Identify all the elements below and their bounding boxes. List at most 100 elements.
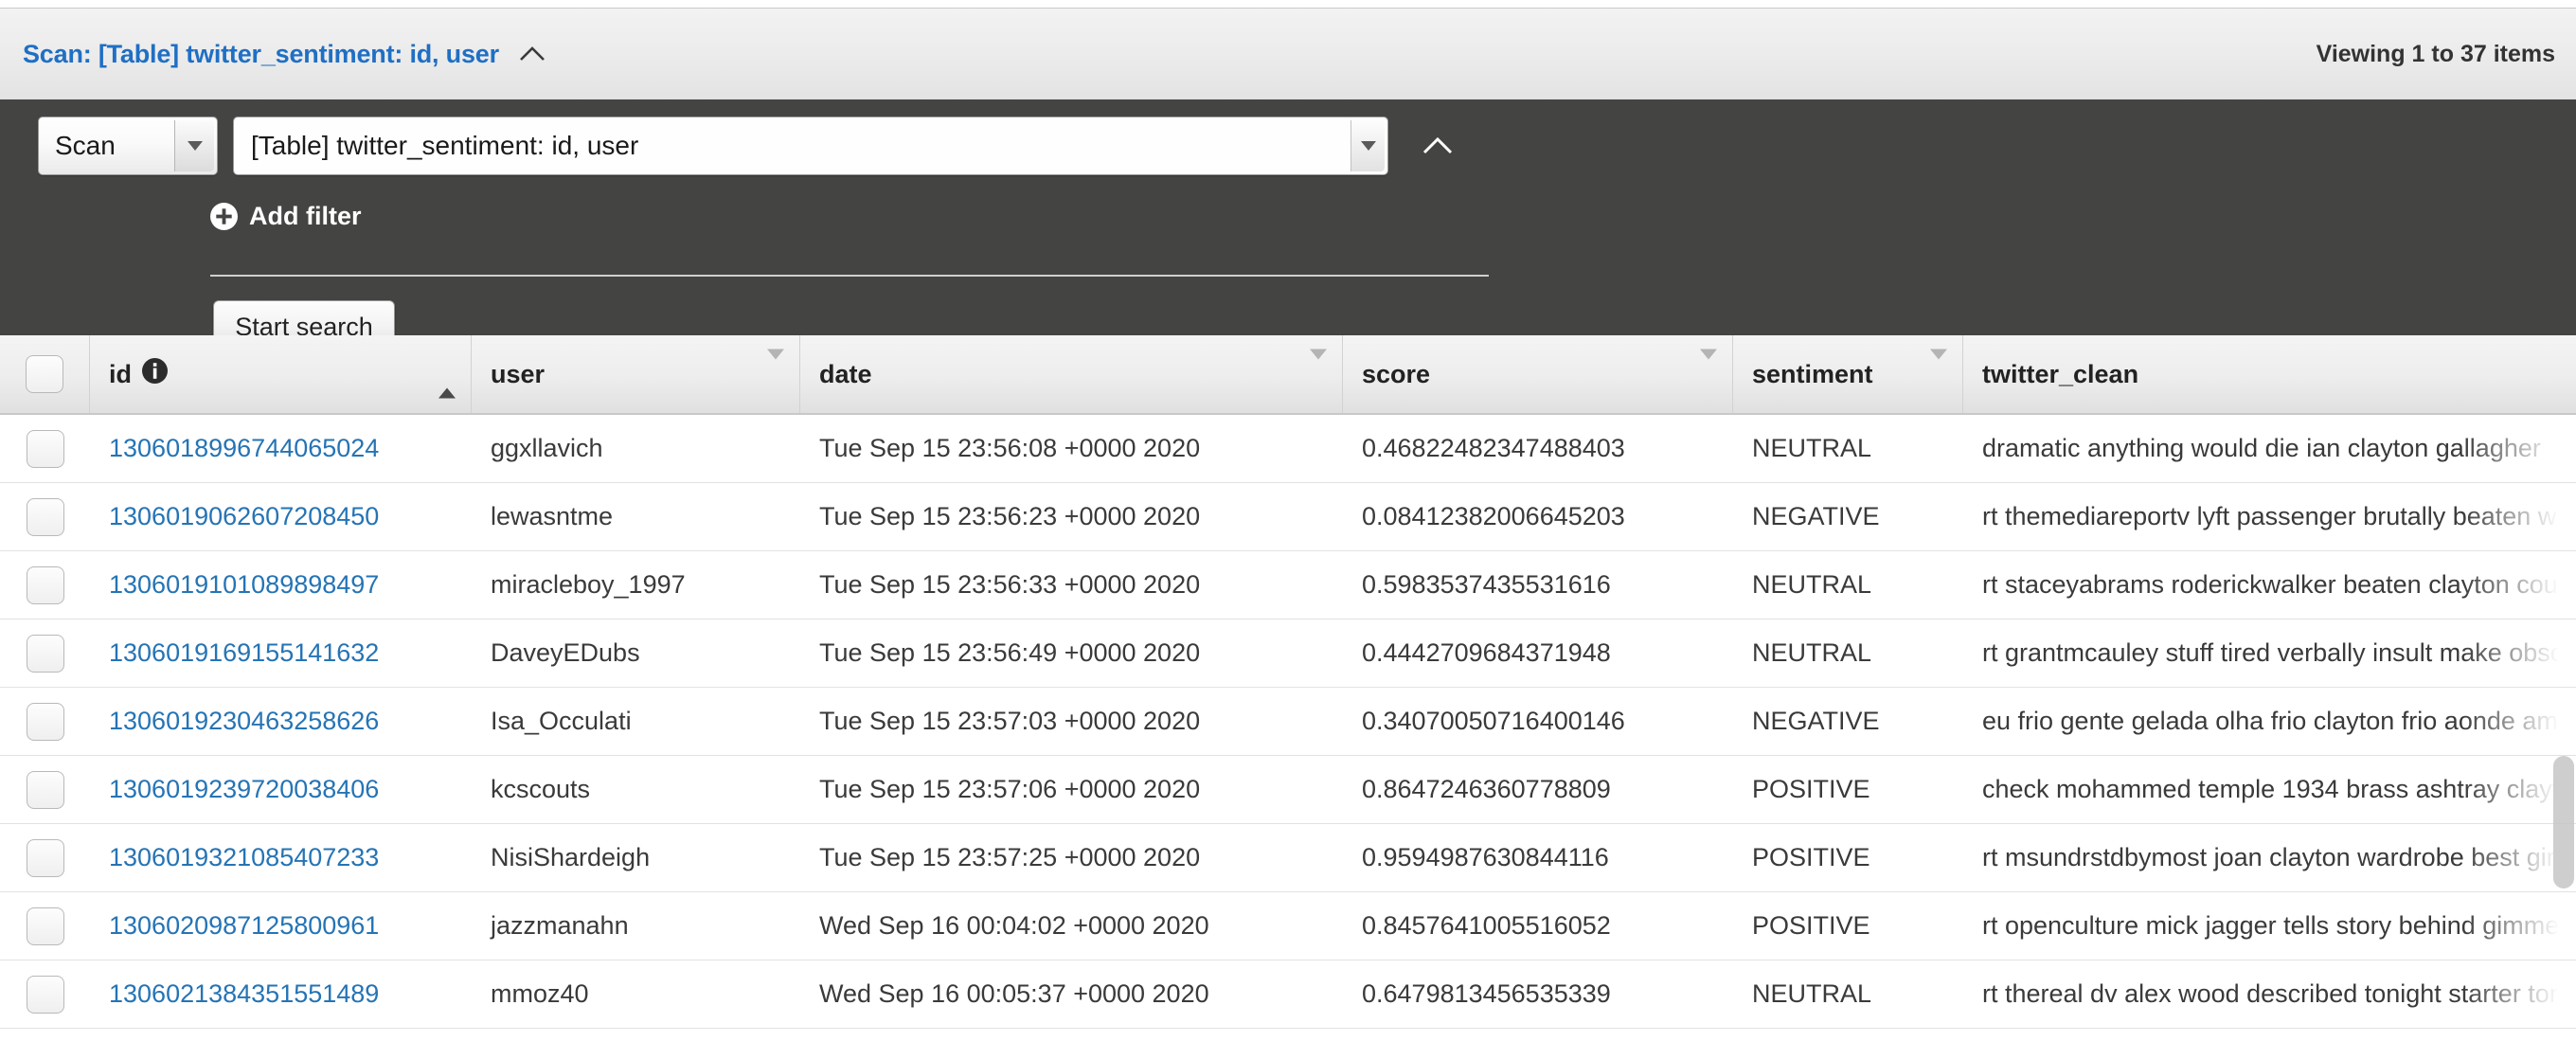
cell-id: 1306019230463258626 (90, 688, 472, 755)
row-checkbox[interactable] (27, 430, 64, 468)
table-select[interactable]: [Table] twitter_sentiment: id, user (233, 117, 1388, 175)
cell-id: 1306019062607208450 (90, 483, 472, 550)
id-link[interactable]: 1306019169155141632 (109, 638, 379, 668)
dynamodb-scan-page: Scan: [Table] twitter_sentiment: id, use… (0, 0, 2576, 1059)
table-row[interactable]: 1306019101089898497miracleboy_1997Tue Se… (0, 551, 2576, 619)
row-checkbox-cell[interactable] (0, 619, 90, 687)
cell-score: 0.8457641005516052 (1343, 892, 1733, 960)
row-checkbox-cell[interactable] (0, 551, 90, 619)
search-panel: Scan [Table] twitter_sentiment: id, user (0, 99, 2576, 335)
twitter-clean-text: rt staceyabrams roderickwalker beaten cl… (1982, 570, 2558, 600)
table-row[interactable]: 1306021384351551489mmoz40Wed Sep 16 00:0… (0, 960, 2576, 1029)
sort-descending-icon (767, 360, 784, 389)
info-icon[interactable] (142, 358, 168, 390)
add-filter-label: Add filter (249, 202, 362, 231)
row-checkbox[interactable] (27, 566, 64, 604)
sort-descending-icon (1310, 360, 1327, 389)
twitter-clean-text: rt thereal dv alex wood described tonigh… (1982, 979, 2564, 1009)
cell-score: 0.4442709684371948 (1343, 619, 1733, 687)
cell-id: 1306019101089898497 (90, 551, 472, 619)
cell-user: kcscouts (472, 756, 800, 823)
operation-select-value: Scan (39, 131, 116, 161)
sort-ascending-icon (438, 360, 456, 389)
row-checkbox-cell[interactable] (0, 688, 90, 755)
column-header-id-label: id (109, 360, 132, 389)
cell-twitter-clean: rt staceyabrams roderickwalker beaten cl… (1963, 551, 2576, 619)
cell-twitter-clean: eu frio gente gelada olha frio clayton f… (1963, 688, 2576, 755)
row-checkbox-cell[interactable] (0, 756, 90, 823)
table-header-row: id user date score (0, 335, 2576, 415)
scan-titlebar: Scan: [Table] twitter_sentiment: id, use… (0, 8, 2576, 99)
row-checkbox[interactable] (27, 976, 64, 1014)
cell-date: Wed Sep 16 00:04:02 +0000 2020 (800, 892, 1343, 960)
cell-twitter-clean: rt msundrstdbymost joan clayton wardrobe… (1963, 824, 2576, 891)
twitter-clean-text: rt grantmcauley stuff tired verbally ins… (1982, 638, 2563, 668)
column-header-date[interactable]: date (800, 335, 1343, 413)
results-table: id user date score (0, 335, 2576, 1059)
id-link[interactable]: 1306020987125800961 (109, 911, 379, 941)
row-checkbox-cell[interactable] (0, 415, 90, 482)
search-controls-row: Scan [Table] twitter_sentiment: id, user (38, 117, 1458, 175)
table-row[interactable]: 1306020987125800961 jazzmanahnWed Sep 16 … (0, 892, 2576, 960)
twitter-clean-text: check mohammed temple 1934 brass ashtray… (1982, 775, 2559, 804)
row-checkbox-cell[interactable] (0, 892, 90, 960)
column-header-user[interactable]: user (472, 335, 800, 413)
column-header-id[interactable]: id (90, 335, 472, 413)
sort-descending-icon (1930, 360, 1947, 389)
column-header-twitter-clean[interactable]: twitter_clean (1963, 335, 2576, 413)
row-checkbox[interactable] (27, 907, 64, 945)
row-checkbox[interactable] (27, 703, 64, 741)
cell-id: 1306021384351551489 (90, 960, 472, 1028)
table-row[interactable]: 1306019239720038406kcscoutsTue Sep 15 23… (0, 756, 2576, 824)
id-link[interactable]: 1306021384351551489 (109, 979, 379, 1009)
twitter-clean-text: rt msundrstdbymost joan clayton wardrobe… (1982, 843, 2555, 872)
panel-divider (210, 275, 1489, 277)
chevron-up-icon[interactable] (516, 38, 548, 70)
panel-collapse-chevron-up-icon[interactable] (1417, 125, 1458, 167)
row-checkbox[interactable] (27, 839, 64, 877)
table-row[interactable]: 1306019062607208450lewasntmeTue Sep 15 2… (0, 483, 2576, 551)
row-checkbox-cell[interactable] (0, 960, 90, 1028)
cell-sentiment: NEGATIVE (1733, 483, 1963, 550)
cell-user: lewasntme (472, 483, 800, 550)
table-row[interactable]: 1306018996744065024ggxllavichTue Sep 15 … (0, 415, 2576, 483)
row-checkbox-cell[interactable] (0, 483, 90, 550)
row-checkbox[interactable] (27, 635, 64, 673)
cell-sentiment: NEGATIVE (1733, 688, 1963, 755)
operation-select[interactable]: Scan (38, 117, 218, 175)
id-link[interactable]: 1306018996744065024 (109, 434, 379, 463)
cell-score: 0.5983537435531616 (1343, 551, 1733, 619)
row-checkbox[interactable] (27, 771, 64, 809)
sort-descending-icon (1700, 360, 1717, 389)
select-all-checkbox[interactable] (26, 355, 63, 393)
cell-user: ggxllavich (472, 415, 800, 482)
scan-title-link[interactable]: Scan: [Table] twitter_sentiment: id, use… (23, 40, 499, 69)
column-header-score[interactable]: score (1343, 335, 1733, 413)
select-all-column-header[interactable] (0, 335, 90, 413)
column-header-sentiment-label: sentiment (1752, 360, 1873, 389)
cell-id: 1306020987125800961 (90, 892, 472, 960)
id-link[interactable]: 1306019062607208450 (109, 502, 379, 531)
vertical-scrollbar-thumb[interactable] (2553, 756, 2574, 888)
cell-id: 1306019321085407233 (90, 824, 472, 891)
row-checkbox-cell[interactable] (0, 824, 90, 891)
twitter-clean-text: rt themediareportv lyft passenger brutal… (1982, 502, 2556, 531)
id-link[interactable]: 1306019239720038406 (109, 775, 379, 804)
cell-score: 0.9594987630844116 (1343, 824, 1733, 891)
id-link[interactable]: 1306019230463258626 (109, 707, 379, 736)
cell-twitter-clean: rt themediareportv lyft passenger brutal… (1963, 483, 2576, 550)
table-row[interactable]: 1306019321085407233NisiShardeighTue Sep … (0, 824, 2576, 892)
table-row[interactable]: 1306019169155141632DaveyEDubsTue Sep 15 … (0, 619, 2576, 688)
viewing-items-count: Viewing 1 to 37 items (2317, 41, 2576, 68)
add-filter-button[interactable]: Add filter (210, 202, 362, 231)
cell-id: 1306019239720038406 (90, 756, 472, 823)
column-header-sentiment[interactable]: sentiment (1733, 335, 1963, 413)
row-checkbox[interactable] (27, 498, 64, 536)
cell-user: miracleboy_1997 (472, 551, 800, 619)
id-link[interactable]: 1306019321085407233 (109, 843, 379, 872)
cell-id: 1306019169155141632 (90, 619, 472, 687)
id-link[interactable]: 1306019101089898497 (109, 570, 379, 600)
cell-user: Isa_Occulati (472, 688, 800, 755)
cell-user: jazzmanahn (472, 892, 800, 960)
table-row[interactable]: 1306019230463258626Isa_OcculatiTue Sep 1… (0, 688, 2576, 756)
